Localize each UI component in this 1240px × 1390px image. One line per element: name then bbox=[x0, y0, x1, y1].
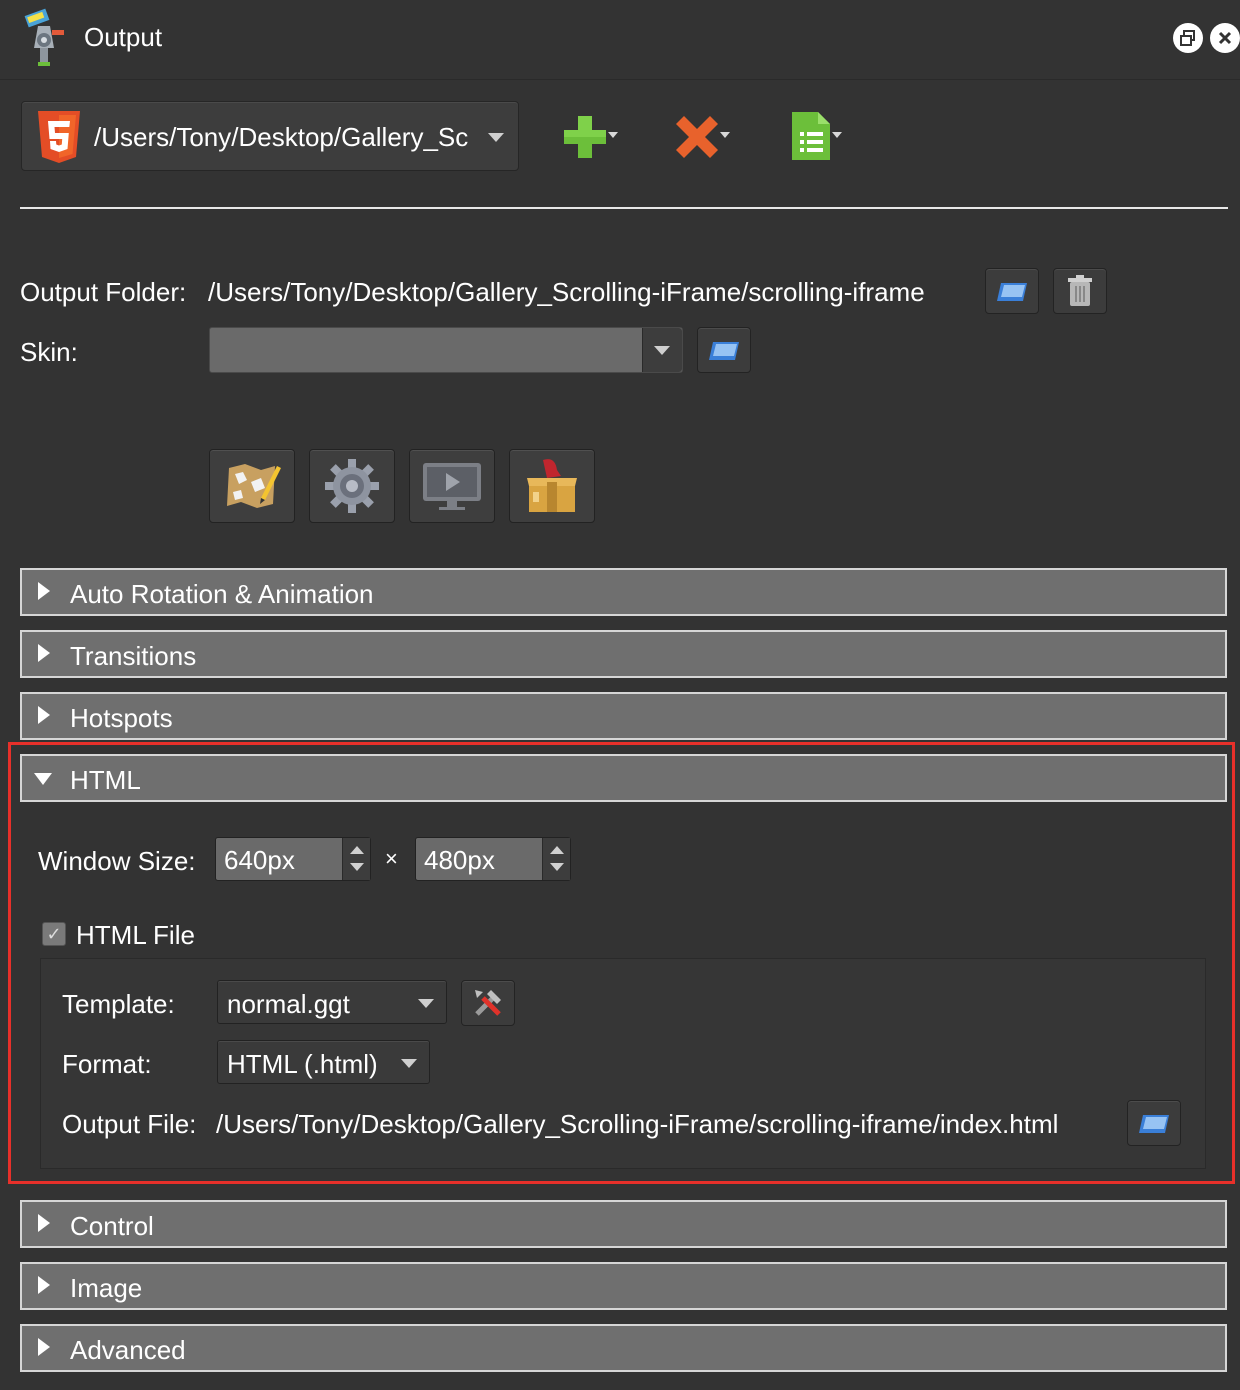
close-icon[interactable] bbox=[1210, 23, 1240, 53]
section-label: Auto Rotation & Animation bbox=[70, 579, 374, 609]
chevron-down-icon bbox=[720, 132, 730, 138]
section-image[interactable]: Image bbox=[20, 1262, 1227, 1310]
section-label: Image bbox=[70, 1273, 143, 1303]
delete-button[interactable] bbox=[1053, 268, 1107, 314]
section-label: Hotspots bbox=[70, 703, 173, 733]
template-select[interactable]: normal.ggt bbox=[217, 980, 447, 1024]
output-file-label: Output File: bbox=[62, 1109, 197, 1139]
section-advanced[interactable]: Advanced bbox=[20, 1324, 1227, 1372]
preview-button[interactable] bbox=[409, 449, 495, 523]
chevron-down-icon bbox=[832, 132, 842, 138]
document-icon bbox=[792, 112, 830, 160]
restore-icon[interactable] bbox=[1173, 23, 1203, 53]
chevron-down-icon bbox=[488, 133, 504, 142]
template-label: Template: bbox=[62, 989, 175, 1019]
section-auto-rotation[interactable]: Auto Rotation & Animation bbox=[20, 568, 1227, 616]
format-select[interactable]: HTML (.html) bbox=[217, 1040, 430, 1084]
arrow-up-icon bbox=[550, 846, 564, 854]
format-label: Format: bbox=[62, 1049, 152, 1079]
window-size-label: Window Size: bbox=[38, 846, 196, 876]
collapse-arrow-icon bbox=[34, 773, 52, 785]
skin-dropdown[interactable] bbox=[642, 328, 682, 372]
html5-icon bbox=[38, 111, 80, 163]
chevron-down-icon bbox=[401, 1059, 417, 1068]
output-folder-label: Output Folder: bbox=[20, 277, 187, 307]
width-spinbox[interactable]: 640px bbox=[215, 837, 371, 881]
expand-arrow-icon bbox=[38, 1276, 50, 1294]
browse-skin-button[interactable] bbox=[697, 327, 751, 373]
section-label: Advanced bbox=[70, 1335, 186, 1365]
window-title: Output bbox=[84, 22, 163, 52]
skin-editor-button[interactable] bbox=[209, 449, 295, 523]
chevron-down-icon bbox=[654, 346, 670, 355]
skin-label: Skin: bbox=[20, 337, 78, 367]
settings-button[interactable] bbox=[309, 449, 395, 523]
expand-arrow-icon bbox=[38, 1338, 50, 1356]
template-button[interactable] bbox=[780, 108, 850, 164]
times-sign: × bbox=[385, 846, 398, 871]
html-file-checkbox[interactable]: ✓ bbox=[42, 922, 66, 946]
section-hotspots[interactable]: Hotspots bbox=[20, 692, 1227, 740]
trash-icon bbox=[1068, 275, 1092, 306]
browse-folder-button[interactable] bbox=[985, 268, 1039, 314]
preview-icon bbox=[423, 463, 481, 510]
height-value: 480px bbox=[424, 845, 495, 875]
tools-icon bbox=[475, 990, 501, 1016]
gear-icon bbox=[325, 459, 379, 513]
output-select[interactable]: /Users/Tony/Desktop/Gallery_Sc bbox=[21, 101, 519, 171]
browse-output-file-button[interactable] bbox=[1127, 1100, 1181, 1146]
divider bbox=[20, 207, 1228, 209]
arrow-down-icon bbox=[550, 863, 564, 871]
height-stepper[interactable] bbox=[542, 838, 570, 880]
arrow-up-icon bbox=[350, 846, 364, 854]
template-value: normal.ggt bbox=[227, 989, 350, 1019]
height-spinbox[interactable]: 480px bbox=[415, 837, 571, 881]
plus-icon bbox=[564, 116, 606, 158]
title-bar: Output bbox=[0, 0, 1240, 80]
skin-select[interactable] bbox=[209, 327, 683, 373]
expand-arrow-icon bbox=[38, 1214, 50, 1232]
section-transitions[interactable]: Transitions bbox=[20, 630, 1227, 678]
expand-arrow-icon bbox=[38, 582, 50, 600]
chevron-down-icon bbox=[418, 999, 434, 1008]
width-stepper[interactable] bbox=[342, 838, 370, 880]
expand-arrow-icon bbox=[38, 644, 50, 662]
section-label: HTML bbox=[70, 765, 141, 795]
expand-arrow-icon bbox=[38, 706, 50, 724]
output-file-value: /Users/Tony/Desktop/Gallery_Scrolling-iF… bbox=[216, 1109, 1059, 1139]
edit-template-button[interactable] bbox=[461, 980, 515, 1026]
app-icon bbox=[24, 8, 64, 66]
package-button[interactable] bbox=[509, 449, 595, 523]
section-html[interactable]: HTML bbox=[20, 754, 1227, 802]
section-label: Control bbox=[70, 1211, 154, 1241]
package-icon bbox=[527, 459, 577, 512]
folder-icon bbox=[997, 283, 1027, 301]
width-value: 640px bbox=[224, 845, 295, 875]
format-value: HTML (.html) bbox=[227, 1049, 378, 1079]
output-path: /Users/Tony/Desktop/Gallery_Sc bbox=[94, 122, 469, 152]
chevron-down-icon bbox=[608, 132, 618, 138]
add-output-button[interactable] bbox=[556, 108, 626, 164]
folder-icon bbox=[709, 342, 739, 360]
folder-icon bbox=[1139, 1115, 1169, 1133]
section-control[interactable]: Control bbox=[20, 1200, 1227, 1248]
remove-output-button[interactable] bbox=[668, 108, 738, 164]
map-icon bbox=[227, 464, 281, 508]
arrow-down-icon bbox=[350, 863, 364, 871]
section-label: Transitions bbox=[70, 641, 197, 671]
x-icon bbox=[676, 116, 718, 158]
html-file-label: HTML File bbox=[76, 920, 195, 950]
output-folder-value: /Users/Tony/Desktop/Gallery_Scrolling-iF… bbox=[208, 277, 925, 307]
